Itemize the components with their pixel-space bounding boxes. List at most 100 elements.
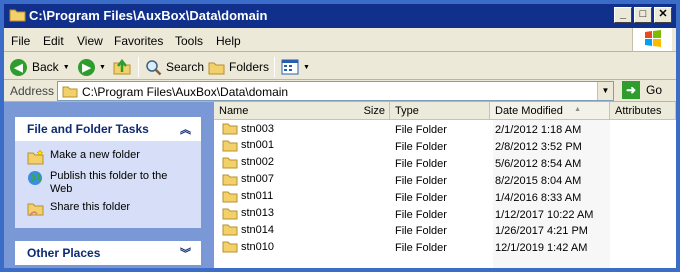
windows-logo-icon — [632, 28, 672, 51]
window-title: C:\Program Files\AuxBox\Data\domain — [29, 8, 268, 23]
file-date-modified: 2/1/2012 1:18 AM — [495, 124, 582, 136]
file-name: stn013 — [241, 207, 275, 219]
file-name: stn001 — [241, 139, 275, 152]
folder-icon — [222, 240, 238, 253]
column-header-type[interactable]: Type — [390, 102, 490, 120]
file-name: stn002 — [241, 156, 275, 169]
toolbar-separator — [274, 57, 275, 77]
toolbar: ◀ Back ▼ ▶ ▼ Search Folders ▼ — [4, 53, 676, 80]
back-dropdown-icon[interactable]: ▼ — [63, 64, 70, 71]
folder-icon — [222, 122, 238, 135]
window-client: C:\Program Files\AuxBox\Data\domain _ □ … — [4, 4, 676, 268]
back-button[interactable]: ◀ Back ▼ — [10, 57, 70, 77]
file-name: stn011 — [241, 190, 274, 203]
globe-icon — [28, 171, 42, 185]
table-row[interactable]: stn007 File Folder 8/2/2015 8:04 AM — [214, 173, 676, 190]
folder-icon — [62, 86, 78, 98]
new-folder-icon — [27, 149, 44, 165]
share-folder-icon — [27, 203, 44, 217]
table-row[interactable]: stn003 File Folder 2/1/2012 1:18 AM — [214, 122, 676, 139]
task-make-new-folder[interactable]: Make a new folder — [27, 149, 201, 165]
folder-icon — [222, 190, 238, 203]
maximize-button[interactable]: □ — [634, 7, 652, 23]
other-places-title: Other Places — [27, 246, 101, 260]
file-name-cell[interactable]: stn007 — [222, 173, 274, 186]
toolbar-separator — [138, 57, 139, 77]
other-places-panel: Other Places ︾ — [15, 241, 201, 265]
folder-icon — [222, 223, 238, 236]
address-path: C:\Program Files\AuxBox\Data\domain — [82, 85, 289, 99]
go-label: Go — [646, 83, 663, 97]
forward-arrow-icon: ▶ — [78, 58, 95, 76]
column-header-date-modified[interactable]: Date Modified ▲ — [490, 102, 610, 120]
address-bar: Address C:\Program Files\AuxBox\Data\dom… — [4, 80, 676, 102]
table-row[interactable]: stn001 File Folder 2/8/2012 3:52 PM — [214, 139, 676, 156]
file-name-cell[interactable]: stn010 — [222, 240, 274, 253]
views-icon — [281, 59, 299, 75]
task-label: Share this folder — [50, 201, 131, 213]
file-name-cell[interactable]: stn014 — [222, 223, 274, 236]
forward-button[interactable]: ▶ ▼ — [78, 57, 106, 77]
table-row[interactable]: stn002 File Folder 5/6/2012 8:54 AM — [214, 156, 676, 173]
file-date-modified: 2/8/2012 3:52 PM — [495, 140, 582, 153]
file-type: File Folder — [395, 225, 447, 238]
file-type: File Folder — [395, 208, 447, 221]
table-row[interactable]: stn011 File Folder 1/4/2016 8:33 AM — [214, 190, 676, 207]
views-button[interactable]: ▼ — [281, 57, 310, 77]
menu-favorites[interactable]: Favorites — [114, 34, 163, 48]
file-type: File Folder — [395, 242, 447, 255]
up-folder-icon — [113, 58, 131, 75]
column-header-attributes[interactable]: Attributes — [610, 102, 676, 120]
folder-icon — [9, 9, 26, 22]
folder-icon — [222, 173, 238, 186]
file-folder-tasks-title: File and Folder Tasks — [27, 122, 149, 136]
title-bar[interactable]: C:\Program Files\AuxBox\Data\domain _ □ … — [4, 4, 676, 28]
file-date-modified: 8/2/2015 8:04 AM — [495, 174, 582, 187]
search-button[interactable]: Search — [145, 57, 204, 77]
menu-help[interactable]: Help — [216, 34, 241, 48]
other-places-header[interactable]: Other Places ︾ — [15, 241, 201, 265]
folder-icon — [222, 207, 238, 220]
up-folder-button[interactable] — [112, 57, 132, 77]
address-dropdown-icon[interactable]: ▼ — [597, 82, 613, 100]
file-type: File Folder — [395, 140, 447, 153]
folders-icon — [208, 62, 225, 74]
file-folder-tasks-header[interactable]: File and Folder Tasks ︽ — [15, 117, 201, 141]
address-label: Address — [10, 84, 55, 98]
table-row[interactable]: stn013 File Folder 1/12/2017 10:22 AM — [214, 207, 676, 224]
sort-ascending-icon: ▲ — [574, 106, 581, 113]
task-share-folder[interactable]: Share this folder — [27, 201, 201, 217]
folder-icon — [222, 139, 238, 152]
file-name-cell[interactable]: stn002 — [222, 156, 274, 169]
menu-file[interactable]: File — [11, 34, 30, 48]
file-name-cell[interactable]: stn001 — [222, 139, 274, 152]
task-label: Publish this folder to the Web — [50, 170, 168, 195]
menu-tools[interactable]: Tools — [175, 34, 203, 48]
folders-button[interactable]: Folders — [208, 57, 269, 77]
forward-dropdown-icon[interactable]: ▼ — [99, 64, 106, 71]
minimize-button[interactable]: _ — [614, 7, 632, 23]
table-row[interactable]: stn014 File Folder 1/26/2017 4:21 PM — [214, 223, 676, 240]
file-name-cell[interactable]: stn003 — [222, 122, 274, 135]
file-type: File Folder — [395, 191, 447, 204]
collapse-chevron-icon[interactable]: ︽ — [180, 121, 191, 137]
file-name-cell[interactable]: stn011 — [222, 190, 273, 203]
address-input[interactable]: C:\Program Files\AuxBox\Data\domain ▼ — [57, 81, 614, 101]
file-type: File Folder — [395, 157, 447, 170]
file-name: stn014 — [241, 223, 275, 236]
task-publish-folder[interactable]: Publish this folder to the Web — [27, 170, 201, 196]
menu-view[interactable]: View — [77, 34, 103, 48]
menu-edit[interactable]: Edit — [43, 34, 64, 48]
go-arrow-icon: ➜ — [622, 81, 640, 99]
column-header-size[interactable]: Size — [332, 102, 390, 120]
views-dropdown-icon[interactable]: ▼ — [303, 64, 310, 71]
explorer-window: C:\Program Files\AuxBox\Data\domain _ □ … — [0, 0, 680, 272]
go-button[interactable]: ➜ Go — [622, 81, 662, 99]
table-row[interactable]: stn010 File Folder 12/1/2019 1:42 AM — [214, 240, 676, 257]
close-button[interactable]: ✕ — [654, 7, 672, 23]
back-arrow-icon: ◀ — [10, 58, 27, 76]
task-label: Make a new folder — [50, 149, 140, 161]
file-name-cell[interactable]: stn013 — [222, 207, 274, 220]
expand-chevron-icon[interactable]: ︾ — [180, 245, 191, 261]
file-folder-tasks-panel: File and Folder Tasks ︽ Make a new folde… — [15, 117, 201, 228]
